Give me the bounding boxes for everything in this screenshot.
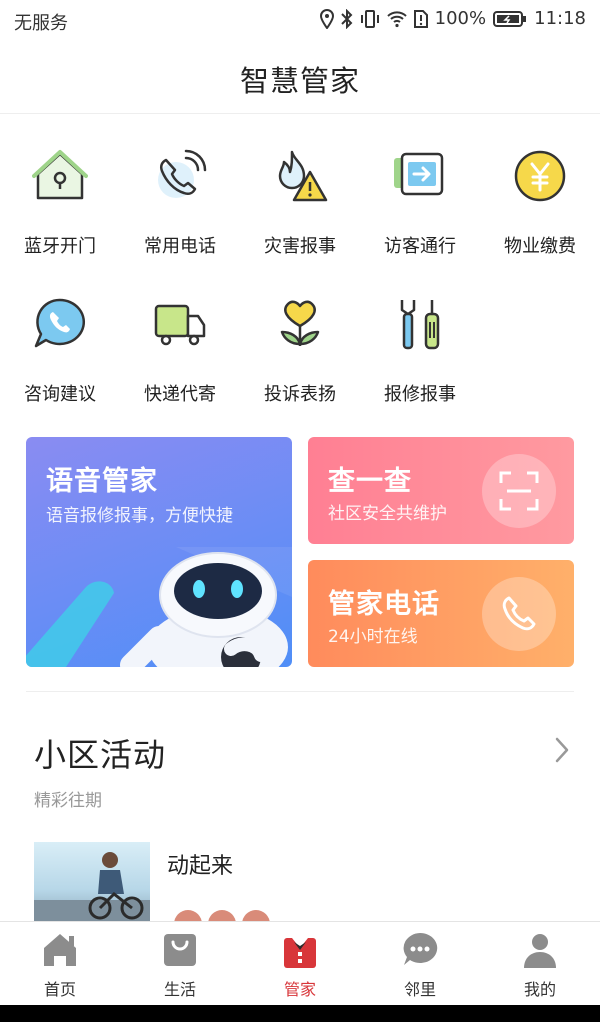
chat-bubble-icon — [403, 932, 438, 965]
battery-percent: 100% — [434, 8, 487, 29]
voice-card-title: 语音管家 — [46, 466, 158, 497]
phone-card-title: 管家电话 — [328, 589, 440, 620]
grid-item-consult[interactable]: 咨询建议 — [0, 296, 120, 406]
title-bar: 智慧管家 — [0, 40, 600, 114]
activity-title: 动起来 — [167, 854, 234, 879]
grid-item-express[interactable]: 快递代寄 — [120, 296, 240, 406]
grid-item-complaint-praise[interactable]: 投诉表扬 — [240, 296, 360, 406]
bluetooth-icon — [340, 8, 353, 29]
grid-item-repair[interactable]: 报修报事 — [360, 296, 480, 406]
location-icon — [319, 8, 334, 29]
status-bar: 无服务 100% 11:18 — [0, 0, 600, 40]
status-icons: 100% 11:18 — [319, 8, 586, 29]
fire-warning-icon — [278, 150, 328, 202]
section-divider — [26, 691, 574, 692]
heart-flower-icon — [280, 300, 320, 346]
grid-item-bluetooth-door[interactable]: 蓝牙开门 — [0, 148, 120, 258]
carrier-text: 无服务 — [14, 13, 68, 34]
activity-thumbnail — [34, 842, 150, 922]
system-nav-bar — [0, 1005, 600, 1022]
scan-icon — [499, 471, 539, 511]
repair-tools-icon — [400, 300, 440, 350]
sim-alert-icon — [413, 9, 428, 28]
grid-item-common-phone[interactable]: 常用电话 — [120, 148, 240, 258]
yen-coin-icon — [514, 150, 566, 202]
tab-butler[interactable]: 管家 — [240, 930, 360, 1000]
visitor-pass-icon — [394, 152, 444, 196]
tab-label: 邻里 — [403, 980, 436, 999]
tab-label: 我的 — [523, 980, 556, 999]
tab-label: 管家 — [283, 980, 316, 999]
grid-item-label: 蓝牙开门 — [24, 236, 96, 257]
section-subtitle: 精彩往期 — [34, 791, 102, 811]
tab-neighbors[interactable]: 邻里 — [360, 930, 480, 1000]
chat-phone-icon — [34, 298, 85, 348]
grid-item-label: 灾害报事 — [264, 236, 336, 257]
check-card-subtitle: 社区安全共维护 — [328, 504, 447, 524]
grid-item-label: 常用电话 — [144, 236, 216, 257]
tab-mine[interactable]: 我的 — [480, 930, 600, 1000]
wifi-icon — [386, 10, 407, 27]
grid-item-visitor-pass[interactable]: 访客通行 — [360, 148, 480, 258]
chevron-right-icon[interactable] — [554, 736, 570, 764]
grid-item-disaster-report[interactable]: 灾害报事 — [240, 148, 360, 258]
delivery-truck-icon — [154, 304, 206, 346]
grid-item-label: 咨询建议 — [24, 384, 96, 405]
grid-item-label: 报修报事 — [384, 384, 456, 405]
tab-label: 生活 — [163, 980, 196, 999]
section-title: 小区活动 — [34, 736, 167, 774]
battery-icon — [493, 10, 527, 27]
butler-phone-card[interactable]: 管家电话 24小时在线 — [308, 560, 574, 667]
check-card-title: 查一查 — [328, 466, 412, 497]
tab-label: 首页 — [43, 980, 76, 999]
clock: 11:18 — [534, 8, 586, 29]
house-lock-icon — [32, 150, 88, 200]
activity-item[interactable]: 动起来 — [34, 842, 574, 938]
page-title: 智慧管家 — [239, 64, 360, 98]
shopping-bag-icon — [164, 934, 196, 966]
check-card[interactable]: 查一查 社区安全共维护 — [308, 437, 574, 544]
grid-item-label: 投诉表扬 — [264, 384, 336, 405]
phone-card-subtitle: 24小时在线 — [328, 627, 418, 647]
call-button[interactable] — [482, 577, 556, 651]
grid-item-property-fee[interactable]: 物业缴费 — [480, 148, 600, 258]
butler-icon — [284, 938, 316, 968]
grid-item-label: 访客通行 — [384, 236, 456, 257]
grid-item-label: 快递代寄 — [144, 384, 216, 405]
scan-button[interactable] — [482, 454, 556, 528]
grid-item-label: 物业缴费 — [504, 236, 576, 257]
phone-icon — [502, 596, 536, 631]
home-icon — [44, 934, 76, 966]
bottom-tab-bar: 首页 生活 管家 邻里 我的 — [0, 921, 600, 1005]
tab-life[interactable]: 生活 — [120, 930, 240, 1000]
voice-card-subtitle: 语音报修报事，方便快捷 — [46, 506, 233, 526]
tab-home[interactable]: 首页 — [0, 930, 120, 1000]
vibrate-icon — [360, 9, 379, 28]
robot-illustration — [26, 547, 292, 667]
cyclist-photo — [34, 852, 150, 922]
voice-butler-card[interactable]: 语音管家 语音报修报事，方便快捷 — [26, 437, 292, 667]
person-icon — [524, 934, 556, 968]
phone-icon — [158, 149, 207, 198]
